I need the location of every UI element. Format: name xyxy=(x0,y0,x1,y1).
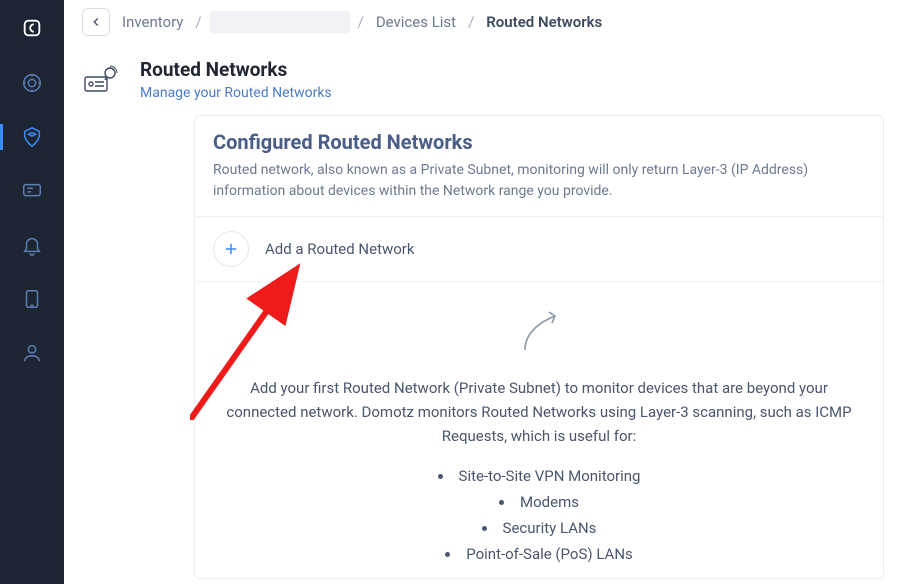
add-button[interactable] xyxy=(213,231,249,267)
breadcrumb-item[interactable]: Inventory xyxy=(118,9,187,35)
uses-item: Site-to-Site VPN Monitoring xyxy=(438,464,641,488)
breadcrumb: Inventory / / Devices List / Routed Netw… xyxy=(64,0,902,44)
breadcrumb-item[interactable]: Devices List xyxy=(372,9,460,35)
back-button[interactable] xyxy=(82,8,110,36)
breadcrumb-sep: / xyxy=(195,13,201,31)
add-button-label: Add a Routed Network xyxy=(265,240,415,258)
nav-dashboard[interactable] xyxy=(0,56,64,110)
nav-inventory[interactable] xyxy=(0,110,64,164)
breadcrumb-sep: / xyxy=(358,13,364,31)
empty-state-text: Add your first Routed Network (Private S… xyxy=(219,376,859,448)
nav-alerts[interactable] xyxy=(0,218,64,272)
nav-monitor[interactable] xyxy=(0,164,64,218)
uses-item: Security LANs xyxy=(438,516,641,540)
nav-devices[interactable] xyxy=(0,272,64,326)
breadcrumb-item-current: Routed Networks xyxy=(482,9,606,35)
card-description: Routed network, also known as a Private … xyxy=(213,160,865,202)
empty-state: Add your first Routed Network (Private S… xyxy=(195,282,883,578)
page-title: Routed Networks xyxy=(140,58,332,81)
uses-item: Point-of-Sale (PoS) LANs xyxy=(438,542,641,566)
page-header: Routed Networks Manage your Routed Netwo… xyxy=(64,44,902,115)
uses-item: Modems xyxy=(438,490,641,514)
curved-arrow-icon xyxy=(515,306,563,354)
uses-list: Site-to-Site VPN Monitoring Modems Secur… xyxy=(438,462,641,568)
configured-networks-card: Configured Routed Networks Routed networ… xyxy=(194,115,884,579)
nav-user[interactable] xyxy=(0,326,64,380)
breadcrumb-item-redacted[interactable] xyxy=(210,11,350,33)
app-logo xyxy=(0,0,64,56)
page-subtitle: Manage your Routed Networks xyxy=(140,85,332,101)
breadcrumb-sep: / xyxy=(468,13,474,31)
main-panel: Inventory / / Devices List / Routed Netw… xyxy=(64,0,902,584)
card-title: Configured Routed Networks xyxy=(213,130,865,154)
routed-networks-icon xyxy=(82,60,122,100)
sidebar xyxy=(0,0,64,584)
add-routed-network-row[interactable]: Add a Routed Network xyxy=(195,216,883,282)
